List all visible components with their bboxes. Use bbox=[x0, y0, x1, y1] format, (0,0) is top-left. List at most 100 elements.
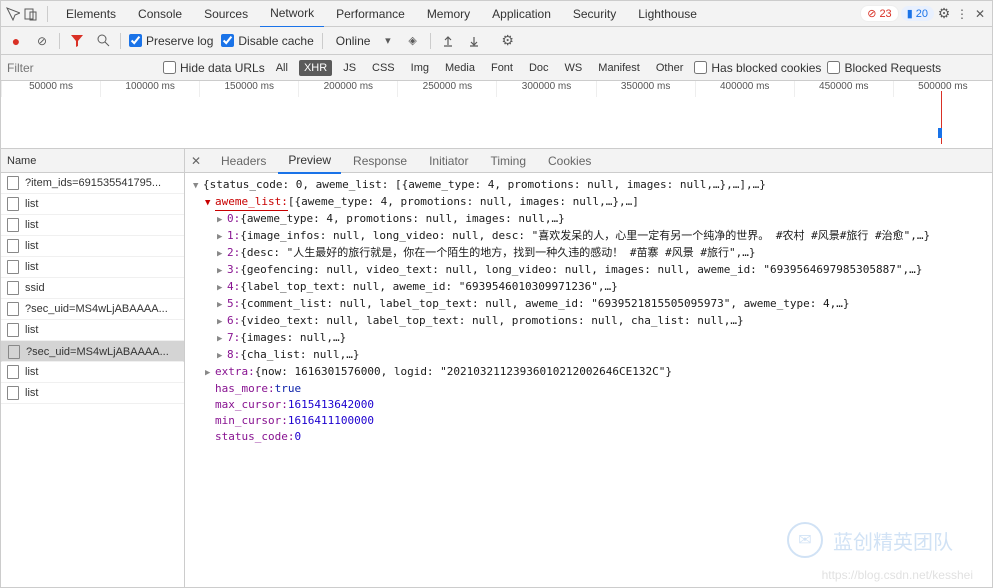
detail-tab-preview[interactable]: Preview bbox=[278, 149, 341, 174]
filter-icon[interactable] bbox=[68, 32, 86, 50]
detail-tab-response[interactable]: Response bbox=[343, 149, 417, 173]
record-icon[interactable]: ● bbox=[7, 32, 25, 50]
tab-memory[interactable]: Memory bbox=[417, 1, 480, 27]
tab-application[interactable]: Application bbox=[482, 1, 561, 27]
timeline-tick: 350000 ms bbox=[596, 81, 695, 97]
timeline-tick: 100000 ms bbox=[100, 81, 199, 97]
wifi-icon[interactable]: ◈ bbox=[404, 32, 422, 50]
column-header-name[interactable]: Name bbox=[1, 149, 184, 173]
upload-icon[interactable] bbox=[439, 32, 457, 50]
json-root: {status_code: 0, aweme_list: [{aweme_typ… bbox=[203, 177, 766, 193]
request-name: list bbox=[25, 198, 38, 210]
request-name: ssid bbox=[25, 282, 45, 294]
search-icon[interactable] bbox=[94, 32, 112, 50]
type-manifest[interactable]: Manifest bbox=[593, 60, 645, 76]
disable-cache-checkbox[interactable]: Disable cache bbox=[221, 34, 313, 48]
json-val: {aweme_type: 4, promotions: null, images… bbox=[240, 211, 565, 227]
expand-icon[interactable] bbox=[217, 313, 227, 330]
timeline-tick: 250000 ms bbox=[397, 81, 496, 97]
type-css[interactable]: CSS bbox=[367, 60, 400, 76]
more-icon[interactable]: ⋮ bbox=[954, 6, 970, 22]
preserve-log-checkbox[interactable]: Preserve log bbox=[129, 34, 213, 48]
request-row[interactable]: ?sec_uid=MS4wLjABAAAA... bbox=[1, 299, 184, 320]
type-font[interactable]: Font bbox=[486, 60, 518, 76]
timeline-tick: 450000 ms bbox=[794, 81, 893, 97]
type-xhr[interactable]: XHR bbox=[299, 60, 332, 76]
clear-icon[interactable]: ⊘ bbox=[33, 32, 51, 50]
detail-tab-cookies[interactable]: Cookies bbox=[538, 149, 601, 173]
type-js[interactable]: JS bbox=[338, 60, 361, 76]
tab-elements[interactable]: Elements bbox=[56, 1, 126, 27]
file-icon bbox=[7, 197, 19, 211]
json-val: {images: null,…} bbox=[240, 330, 346, 346]
request-name: list bbox=[25, 324, 38, 336]
request-row[interactable]: ?item_ids=691535541795... bbox=[1, 173, 184, 194]
request-row[interactable]: ssid bbox=[1, 278, 184, 299]
json-index: 1: bbox=[227, 228, 240, 244]
close-detail-icon[interactable]: ✕ bbox=[191, 154, 209, 168]
detail-tab-initiator[interactable]: Initiator bbox=[419, 149, 478, 173]
expand-icon[interactable] bbox=[217, 262, 227, 279]
json-val: {now: 1616301576000, logid: "20210321123… bbox=[255, 364, 672, 380]
tab-console[interactable]: Console bbox=[128, 1, 192, 27]
type-media[interactable]: Media bbox=[440, 60, 480, 76]
settings-icon[interactable]: ⚙ bbox=[936, 6, 952, 22]
request-row[interactable]: list bbox=[1, 383, 184, 404]
throttle-select[interactable]: Online ▾ bbox=[331, 31, 396, 51]
request-row[interactable]: list bbox=[1, 236, 184, 257]
json-val: 1616411100000 bbox=[288, 413, 374, 429]
expand-icon[interactable] bbox=[217, 211, 227, 228]
download-icon[interactable] bbox=[465, 32, 483, 50]
type-doc[interactable]: Doc bbox=[524, 60, 554, 76]
request-name: list bbox=[25, 219, 38, 231]
request-row[interactable]: ?sec_uid=MS4wLjABAAAA... bbox=[1, 341, 184, 362]
type-other[interactable]: Other bbox=[651, 60, 689, 76]
expand-icon[interactable] bbox=[205, 194, 215, 211]
tab-sources[interactable]: Sources bbox=[194, 1, 258, 27]
expand-icon[interactable] bbox=[205, 364, 215, 381]
detail-tab-headers[interactable]: Headers bbox=[211, 149, 276, 173]
blocked-cookies-checkbox[interactable]: Has blocked cookies bbox=[694, 61, 821, 75]
expand-icon[interactable] bbox=[217, 330, 227, 347]
request-name: list bbox=[25, 240, 38, 252]
timeline-overview[interactable]: 50000 ms 100000 ms 150000 ms 200000 ms 2… bbox=[1, 81, 992, 149]
request-name: list bbox=[25, 261, 38, 273]
tab-network[interactable]: Network bbox=[260, 0, 324, 28]
json-val: 0 bbox=[294, 429, 301, 445]
json-val: {label_top_text: null, aweme_id: "693954… bbox=[240, 279, 618, 295]
detail-tab-timing[interactable]: Timing bbox=[480, 149, 536, 173]
warning-badge[interactable]: ▮ 20 bbox=[901, 6, 934, 21]
expand-icon[interactable] bbox=[217, 228, 227, 245]
hide-data-urls-checkbox[interactable]: Hide data URLs bbox=[163, 61, 265, 75]
blocked-requests-checkbox[interactable]: Blocked Requests bbox=[827, 61, 941, 75]
expand-icon[interactable] bbox=[217, 347, 227, 364]
expand-icon[interactable] bbox=[217, 279, 227, 296]
network-settings-icon[interactable]: ⚙ bbox=[499, 32, 517, 50]
request-row[interactable]: list bbox=[1, 362, 184, 383]
timeline-tick: 200000 ms bbox=[298, 81, 397, 97]
inspect-icon[interactable] bbox=[5, 6, 21, 22]
request-row[interactable]: list bbox=[1, 320, 184, 341]
request-name: ?item_ids=691535541795... bbox=[25, 177, 161, 189]
expand-icon[interactable] bbox=[217, 296, 227, 313]
close-devtools-icon[interactable]: ✕ bbox=[972, 6, 988, 22]
request-row[interactable]: list bbox=[1, 194, 184, 215]
filter-input[interactable] bbox=[7, 61, 157, 75]
tab-performance[interactable]: Performance bbox=[326, 1, 415, 27]
tab-lighthouse[interactable]: Lighthouse bbox=[628, 1, 707, 27]
device-icon[interactable] bbox=[23, 6, 39, 22]
type-img[interactable]: Img bbox=[406, 60, 434, 76]
disable-cache-label: Disable cache bbox=[238, 34, 313, 48]
request-row[interactable]: list bbox=[1, 215, 184, 236]
response-preview[interactable]: {status_code: 0, aweme_list: [{aweme_typ… bbox=[185, 173, 992, 587]
file-icon bbox=[7, 176, 19, 190]
type-ws[interactable]: WS bbox=[560, 60, 588, 76]
detail-pane: ✕ Headers Preview Response Initiator Tim… bbox=[185, 149, 992, 587]
type-all[interactable]: All bbox=[271, 60, 293, 76]
expand-icon[interactable] bbox=[217, 245, 227, 262]
expand-icon[interactable] bbox=[193, 177, 203, 194]
tab-security[interactable]: Security bbox=[563, 1, 626, 27]
json-index: 0: bbox=[227, 211, 240, 227]
error-badge[interactable]: ⊘ 23 bbox=[860, 5, 898, 22]
request-row[interactable]: list bbox=[1, 257, 184, 278]
